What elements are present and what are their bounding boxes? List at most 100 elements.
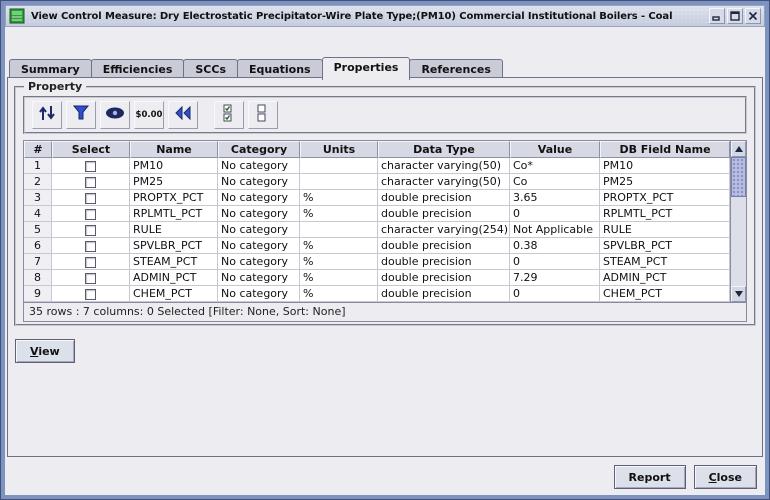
row-checkbox[interactable] (85, 160, 96, 172)
db-field-cell: PROPTX_PCT (600, 190, 730, 206)
maximize-button[interactable] (727, 8, 743, 24)
column-header-db-field-name[interactable]: DB Field Name (600, 141, 730, 158)
row-number-cell: 7 (24, 254, 52, 270)
scroll-up-button[interactable] (731, 141, 746, 157)
category-cell: No category (218, 254, 300, 270)
window-title: View Control Measure: Dry Electrostatic … (31, 10, 673, 22)
select-all-button[interactable] (214, 101, 244, 129)
window-content: Summary Efficiencies SCCs Equations Prop… (5, 27, 765, 495)
value-cell: 3.65 (510, 190, 600, 206)
units-cell: % (300, 254, 378, 270)
db-field-cell: RULE (600, 222, 730, 238)
value-cell: 0.38 (510, 238, 600, 254)
property-group-label: Property (24, 80, 87, 93)
table-toolbar: $0.00 (23, 96, 747, 134)
reset-button[interactable] (168, 101, 198, 129)
column-header-value[interactable]: Value (510, 141, 600, 158)
tab-sccs[interactable]: SCCs (183, 59, 238, 79)
db-field-cell: CHEM_PCT (600, 286, 730, 302)
table-header-row: # Select Name Category Units Data Type V… (24, 141, 730, 158)
clear-all-button[interactable] (248, 101, 278, 129)
clear-all-icon (256, 103, 270, 127)
iconify-button[interactable] (709, 8, 725, 24)
db-field-cell: STEAM_PCT (600, 254, 730, 270)
scroll-down-button[interactable] (731, 286, 746, 302)
column-header-data-type[interactable]: Data Type (378, 141, 510, 158)
report-button[interactable]: Report (613, 465, 686, 489)
format-button[interactable]: $0.00 (134, 101, 164, 129)
name-cell: PM25 (130, 174, 218, 190)
window-controls (709, 8, 761, 24)
close-window-button[interactable] (745, 8, 761, 24)
category-cell: No category (218, 206, 300, 222)
titlebar[interactable]: View Control Measure: Dry Electrostatic … (5, 5, 765, 27)
row-checkbox[interactable] (85, 288, 96, 300)
name-cell: RULE (130, 222, 218, 238)
select-cell[interactable] (52, 222, 130, 238)
table-row[interactable]: 3 PROPTX_PCT No category % double precis… (24, 190, 730, 206)
units-cell: % (300, 270, 378, 286)
select-cell[interactable] (52, 206, 130, 222)
db-field-cell: SPVLBR_PCT (600, 238, 730, 254)
value-cell: 0 (510, 206, 600, 222)
units-cell (300, 174, 378, 190)
value-cell: Co (510, 174, 600, 190)
table-row[interactable]: 5 RULE No category character varying(254… (24, 222, 730, 238)
row-number-cell: 6 (24, 238, 52, 254)
name-cell: SPVLBR_PCT (130, 238, 218, 254)
row-checkbox[interactable] (85, 192, 96, 204)
name-cell: RPLMTL_PCT (130, 206, 218, 222)
tab-properties[interactable]: Properties (321, 57, 411, 80)
table-status: 35 rows : 7 columns: 0 Selected [Filter:… (23, 302, 747, 322)
row-checkbox[interactable] (85, 240, 96, 252)
row-checkbox[interactable] (85, 272, 96, 284)
category-cell: No category (218, 286, 300, 302)
table-row[interactable]: 1 PM10 No category character varying(50)… (24, 158, 730, 174)
properties-tab-content: Property $0.00 # Select Name Category Un… (7, 77, 763, 457)
select-cell[interactable] (52, 238, 130, 254)
table-row[interactable]: 7 STEAM_PCT No category % double precisi… (24, 254, 730, 270)
column-header-category[interactable]: Category (218, 141, 300, 158)
table-row[interactable]: 9 CHEM_PCT No category % double precisio… (24, 286, 730, 302)
close-button[interactable]: Close (693, 465, 757, 489)
data-type-cell: double precision (378, 190, 510, 206)
tab-summary[interactable]: Summary (9, 59, 92, 79)
vertical-scrollbar[interactable] (730, 141, 746, 302)
bottom-buttons: Report Close (613, 465, 757, 489)
table-row[interactable]: 8 ADMIN_PCT No category % double precisi… (24, 270, 730, 286)
data-type-cell: double precision (378, 270, 510, 286)
value-cell: Not Applicable (510, 222, 600, 238)
table-row[interactable]: 2 PM25 No category character varying(50)… (24, 174, 730, 190)
tab-equations[interactable]: Equations (237, 59, 323, 79)
select-cell[interactable] (52, 270, 130, 286)
category-cell: No category (218, 238, 300, 254)
sort-icon (37, 104, 57, 126)
table-row[interactable]: 4 RPLMTL_PCT No category % double precis… (24, 206, 730, 222)
select-cell[interactable] (52, 286, 130, 302)
table-row[interactable]: 6 SPVLBR_PCT No category % double precis… (24, 238, 730, 254)
show-columns-button[interactable] (100, 101, 130, 129)
data-type-cell: double precision (378, 286, 510, 302)
column-header-units[interactable]: Units (300, 141, 378, 158)
tab-references[interactable]: References (409, 59, 503, 79)
column-header-num[interactable]: # (24, 141, 52, 158)
select-cell[interactable] (52, 158, 130, 174)
eye-icon (105, 106, 125, 124)
tab-efficiencies[interactable]: Efficiencies (90, 59, 185, 79)
row-number-cell: 9 (24, 286, 52, 302)
select-cell[interactable] (52, 190, 130, 206)
row-checkbox[interactable] (85, 256, 96, 268)
filter-button[interactable] (66, 101, 96, 129)
select-cell[interactable] (52, 254, 130, 270)
view-button[interactable]: View (15, 339, 75, 363)
select-cell[interactable] (52, 174, 130, 190)
column-header-select[interactable]: Select (52, 141, 130, 158)
value-cell: 0 (510, 286, 600, 302)
row-checkbox[interactable] (85, 224, 96, 236)
sort-button[interactable] (32, 101, 62, 129)
scrollbar-thumb[interactable] (731, 157, 746, 197)
row-checkbox[interactable] (85, 176, 96, 188)
units-cell (300, 158, 378, 174)
column-header-name[interactable]: Name (130, 141, 218, 158)
row-checkbox[interactable] (85, 208, 96, 220)
